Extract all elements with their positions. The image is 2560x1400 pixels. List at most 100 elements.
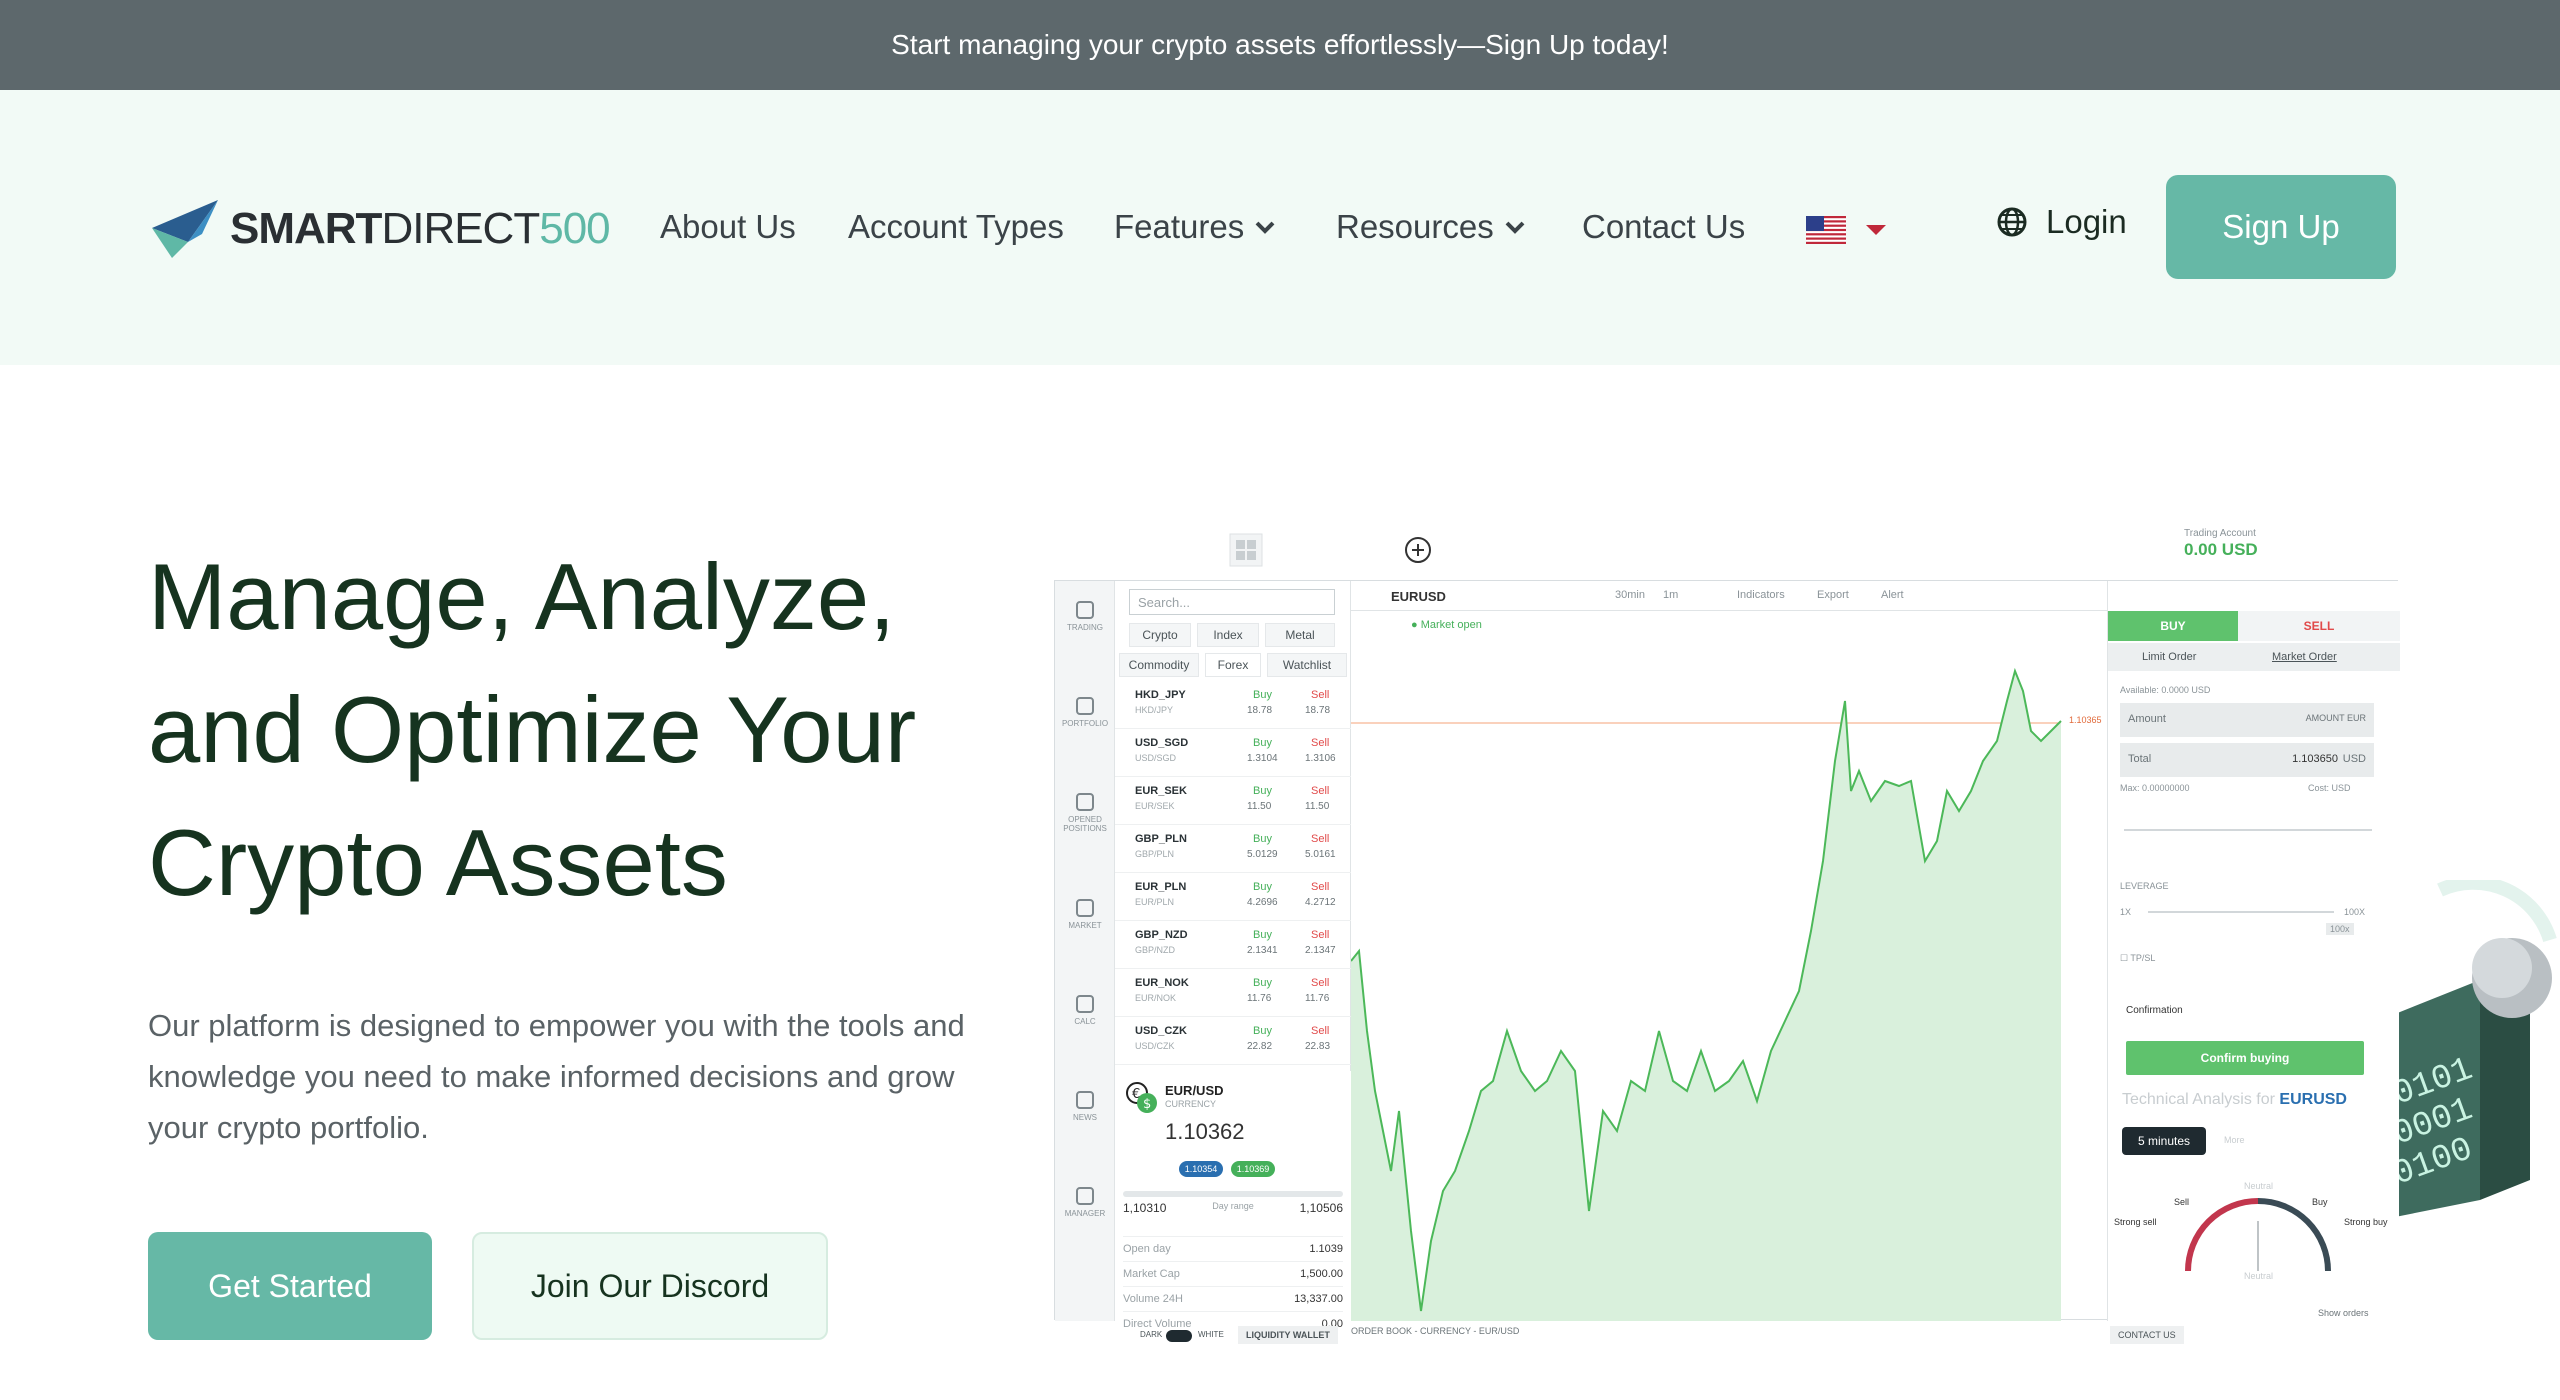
leverage-label: LEVERAGE: [2120, 881, 2169, 891]
logo-word-smart: SMART: [230, 204, 382, 253]
grid-icon: [1229, 533, 1263, 567]
pair-detail: € $ EUR/USD CURRENCY 1.10362 1.10354 1.10…: [1115, 1071, 1351, 1330]
stat-label: Open day: [1123, 1243, 1171, 1255]
sidebar-positions: OPENED POSITIONS: [1055, 793, 1115, 833]
buy-label: Buy: [1253, 833, 1272, 845]
hero-title-line-3: Crypto Assets: [148, 810, 728, 915]
globe-icon: [1997, 207, 2027, 237]
gauge-buy: Buy: [2312, 1197, 2328, 1207]
pair-row: EUR_SEK EUR/SEK Buy Sell 11.50 11.50: [1115, 777, 1351, 825]
buy-label: Buy: [1253, 689, 1272, 701]
limit-order-tab: Limit Order: [2142, 651, 2197, 663]
pair-row: USD_CZK USD/CZK Buy Sell 22.82 22.83: [1115, 1017, 1351, 1065]
buy-label: Buy: [1253, 737, 1272, 749]
contact-us-button: CONTACT US: [2110, 1326, 2184, 1344]
tab-crypto: Crypto: [1129, 623, 1191, 647]
theme-white-label: WHITE: [1198, 1330, 1224, 1339]
join-discord-button[interactable]: Join Our Discord: [472, 1232, 828, 1340]
buy-label: Buy: [1253, 1025, 1272, 1037]
range-high: 1,10506: [1299, 1201, 1343, 1215]
pair-sub: GBP/NZD: [1135, 945, 1176, 955]
nav-account-types-label: Account Types: [848, 208, 1064, 245]
logo[interactable]: SMARTDIRECT500: [148, 198, 611, 260]
promo-banner[interactable]: Start managing your crypto assets effort…: [0, 0, 2560, 90]
buy-price: 4.2696: [1247, 897, 1278, 908]
buy-price: 1.3104: [1247, 753, 1278, 764]
pair-row: HKD_JPY HKD/JPY Buy Sell 18.78 18.78: [1115, 681, 1351, 729]
trading-account-value: 0.00 USD: [2184, 540, 2258, 559]
sell-tab: SELL: [2238, 611, 2400, 641]
tab-index: Index: [1197, 623, 1259, 647]
sell-price: 18.78: [1305, 705, 1331, 716]
svg-text:$: $: [1143, 1097, 1151, 1112]
sidebar-calc-label: CALC: [1074, 1017, 1096, 1026]
nav-contact-label: Contact Us: [1582, 208, 1746, 245]
signup-button[interactable]: Sign Up: [2166, 175, 2396, 279]
portfolio-icon: [1076, 697, 1094, 715]
tab-forex: Forex: [1205, 653, 1261, 677]
pair-row: GBP_NZD GBP/NZD Buy Sell 2.1341 2.1347: [1115, 921, 1351, 969]
pair-symbol: EUR_PLN: [1135, 881, 1187, 893]
stat-label: Volume 24H: [1123, 1293, 1183, 1305]
us-flag-icon: [1806, 216, 1846, 244]
leverage-value: 100x: [2326, 923, 2354, 935]
tab-watchlist: Watchlist: [1267, 653, 1347, 677]
sell-label: Sell: [1311, 833, 1330, 845]
detail-price: 1.10362: [1165, 1119, 1245, 1144]
buy-tab: BUY: [2108, 611, 2238, 641]
get-started-button[interactable]: Get Started: [148, 1232, 432, 1340]
sell-price: 1.3106: [1305, 753, 1336, 764]
nav-about[interactable]: About Us: [660, 208, 796, 246]
nav-resources[interactable]: Resources: [1336, 208, 1526, 246]
trading-account-label: Trading Account: [2184, 528, 2256, 539]
nav-features[interactable]: Features: [1114, 208, 1276, 246]
sidebar-market-label: MARKET: [1068, 921, 1102, 930]
nav-contact[interactable]: Contact Us: [1582, 208, 1745, 246]
hero-description: Our platform is designed to empower you …: [148, 1008, 965, 1145]
app-bottom-bar: DARK WHITE LIQUIDITY WALLET CONTACT US S…: [1054, 1308, 2398, 1350]
pair-sub: EUR/SEK: [1135, 801, 1175, 811]
amount-unit: AMOUNT EUR: [2305, 713, 2366, 723]
tpsl-checkbox: ☐ TP/SL: [2120, 953, 2156, 963]
chevron-down-icon: [1505, 221, 1525, 234]
more-dropdown: More: [2224, 1135, 2245, 1145]
sell-label: Sell: [1311, 1025, 1330, 1037]
range-label: Day range: [1212, 1201, 1254, 1211]
sidebar-manager: MANAGER: [1055, 1187, 1115, 1218]
chart-indicators: Indicators: [1737, 589, 1785, 601]
chart-export: Export: [1817, 589, 1849, 601]
pair-symbol: GBP_NZD: [1135, 929, 1188, 941]
language-selector[interactable]: [1806, 200, 1894, 260]
pair-sub: USD/CZK: [1135, 1041, 1175, 1051]
sell-label: Sell: [1311, 785, 1330, 797]
pair-sub: USD/SGD: [1135, 753, 1177, 763]
pair-row: EUR_NOK EUR/NOK Buy Sell 11.76 11.76: [1115, 969, 1351, 1017]
buy-price: 2.1341: [1247, 945, 1278, 956]
sell-label: Sell: [1311, 977, 1330, 989]
stat-row: Volume 24H 13,337.00: [1123, 1286, 1343, 1305]
calc-icon: [1076, 995, 1094, 1013]
theme-toggle: [1166, 1330, 1192, 1342]
nav-about-label: About Us: [660, 208, 796, 245]
tech-symbol: EURUSD: [2279, 1091, 2347, 1108]
login-link[interactable]: Login: [1996, 203, 2127, 241]
stat-row: Market Cap 1,500.00: [1123, 1261, 1343, 1280]
buy-price: 5.0129: [1247, 849, 1278, 860]
pair-sub: EUR/NOK: [1135, 993, 1177, 1003]
hero-title-line-2: and Optimize Your: [148, 677, 917, 782]
buy-price: 11.50: [1247, 801, 1272, 812]
watchlist-search: Search...: [1129, 589, 1335, 615]
login-label: Login: [2046, 203, 2127, 240]
order-type-tabs: Limit Order Market Order: [2108, 643, 2400, 671]
amount-label: Amount: [2128, 713, 2166, 725]
gauge-neutral-top: Neutral: [2244, 1181, 2274, 1191]
pair-sub: HKD/JPY: [1135, 705, 1174, 715]
liquidity-wallet-button: LIQUIDITY WALLET: [1238, 1326, 1338, 1344]
nav-account-types[interactable]: Account Types: [848, 208, 1064, 246]
hero-title-line-1: Manage, Analyze,: [148, 544, 896, 649]
available-balance: Available: 0.0000 USD: [2120, 685, 2211, 695]
range-low: 1,10310: [1123, 1201, 1167, 1215]
manager-icon: [1076, 1187, 1094, 1205]
sidebar-trading: TRADING: [1055, 601, 1115, 632]
stat-value: 1.1039: [1309, 1243, 1343, 1255]
